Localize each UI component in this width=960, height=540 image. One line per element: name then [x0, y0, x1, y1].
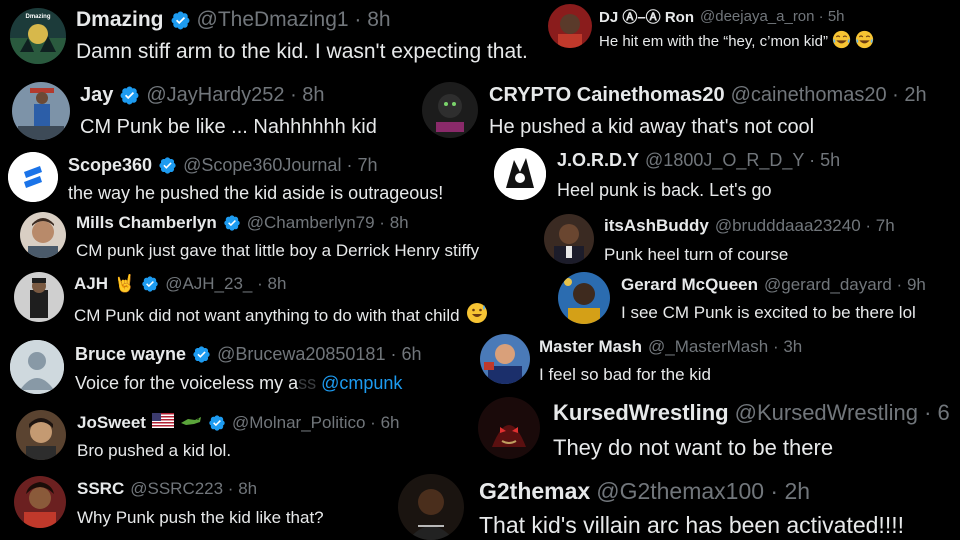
tweet-text: Why Punk push the kid like that? [77, 508, 324, 527]
tweet-text: Bro pushed a kid lol. [77, 441, 232, 460]
avatar[interactable] [558, 272, 610, 324]
avatar-image [20, 212, 66, 258]
verified-badge-icon [192, 345, 211, 364]
tweet-text: Heel punk is back. Let's go [557, 180, 772, 200]
verified-badge-icon [208, 414, 226, 432]
display-name[interactable]: CRYPTO Cainethomas20 [489, 84, 725, 107]
avatar[interactable]: Dmazing [10, 8, 66, 64]
display-name[interactable]: itsAshBuddy [604, 216, 709, 236]
avatar[interactable] [14, 272, 64, 322]
avatar[interactable] [8, 152, 58, 202]
handle[interactable]: @JayHardy252 · 8h [146, 84, 324, 107]
avatar[interactable] [14, 476, 66, 528]
verified-badge-icon [170, 10, 191, 31]
tweet-text: He hit em with the “hey, c’mon kid” [599, 33, 828, 50]
avatar[interactable] [20, 212, 66, 258]
tweet-text: I see CM Punk is excited to be there lol [621, 303, 916, 322]
tweet-text: Punk heel turn of course [604, 245, 789, 264]
avatar[interactable] [16, 410, 66, 460]
handle[interactable]: @Chamberlyn79 · 8h [247, 213, 409, 233]
display-name[interactable]: Bruce wayne [75, 344, 186, 365]
handle[interactable]: @brudddaaa23240 · 7h [715, 216, 895, 236]
tweet-text: Damn stiff arm to the kid. I wasn't expe… [76, 40, 528, 63]
handle[interactable]: @Molnar_Politico · 6h [232, 413, 400, 433]
avatar-logo-text: Dmazing [25, 14, 51, 20]
tweet-text: CM Punk be like ... Nahhhhhh kid [80, 116, 377, 138]
mention-link[interactable]: @cmpunk [316, 373, 402, 393]
avatar-image [558, 272, 610, 324]
rock-on-hand-icon: 🤘 [114, 274, 136, 293]
scope360-logo-icon [8, 152, 58, 202]
display-name[interactable]: Mills Chamberlyn [76, 213, 217, 233]
tears-of-joy-emoji-icon [855, 30, 874, 53]
avatar-image [398, 474, 464, 540]
display-name[interactable]: DJ Ⓐ–Ⓐ Ron [599, 6, 694, 27]
avatar[interactable] [480, 334, 530, 384]
avatar[interactable] [478, 397, 540, 459]
avatar[interactable] [494, 148, 546, 200]
handle[interactable]: @AJH_23_ · 8h [165, 274, 286, 294]
us-flag-icon [151, 413, 174, 433]
display-name[interactable]: G2themax [479, 478, 590, 505]
display-name[interactable]: J.O.R.D.Y [557, 150, 639, 171]
handle[interactable]: @TheDmazing1 · 8h [197, 8, 391, 32]
tweet-text-faded: ss [298, 373, 317, 393]
verified-badge-icon [119, 85, 140, 106]
tweet-body: He hit em with the “hey, c’mon kid” [599, 30, 874, 53]
tears-of-joy-emoji-icon [832, 30, 851, 53]
tweet-text: CM punk just gave that little boy a Derr… [76, 241, 480, 260]
avatar[interactable] [422, 82, 478, 138]
tweet-text-main: Voice for the voiceless my a [75, 373, 299, 393]
avatar-image [480, 334, 530, 384]
handle[interactable]: @G2themax100 · 2h [596, 478, 810, 505]
display-name[interactable]: AJH [74, 274, 108, 294]
tweet-text: CM Punk did not want anything to do with… [74, 305, 460, 325]
verified-badge-icon [223, 214, 241, 232]
avatar[interactable] [544, 214, 594, 264]
avatar-image [422, 82, 478, 138]
display-name[interactable]: KursedWrestling [553, 400, 729, 426]
tweet-text: That kid's villain arc has been activate… [479, 512, 904, 538]
display-name[interactable]: Dmazing [76, 8, 164, 32]
display-name[interactable]: JoSweet [77, 413, 146, 433]
tweet-text: I feel so bad for the kid [539, 365, 711, 384]
display-name[interactable]: Scope360 [68, 155, 152, 176]
tweet-body: CM Punk did not want anything to do with… [74, 302, 488, 329]
alligator-icon [180, 413, 202, 433]
avatar-image [544, 214, 594, 264]
verified-badge-icon [158, 156, 177, 175]
avatar-image [14, 476, 66, 528]
sweat-smile-emoji-icon [466, 302, 488, 329]
tweet-text: They do not want to be there [553, 435, 834, 460]
tweet-text: Voice for the voiceless my ass @cmpunk [75, 373, 402, 394]
handle[interactable]: @cainethomas20 · 2h [731, 84, 927, 107]
verified-badge-icon [141, 275, 159, 293]
avatar[interactable] [12, 82, 70, 140]
avatar[interactable] [398, 474, 464, 540]
avatar-image [478, 397, 540, 459]
handle[interactable]: @gerard_dayard · 9h [764, 275, 926, 295]
handle[interactable]: @1800J_O_R_D_Y · 5h [645, 150, 840, 171]
handle[interactable]: @_MasterMash · 3h [648, 337, 802, 357]
display-name[interactable]: Master Mash [539, 337, 642, 357]
avatar-image [548, 4, 592, 48]
display-name[interactable]: Jay [80, 84, 113, 107]
avatar[interactable] [10, 340, 64, 394]
avatar-image [14, 272, 64, 322]
default-profile-icon [10, 340, 64, 394]
display-name[interactable]: Gerard McQueen [621, 275, 758, 295]
handle[interactable]: @deejaya_a_ron · 5h [700, 8, 845, 25]
handle[interactable]: @Scope360Journal · 7h [183, 155, 377, 176]
handle[interactable]: @SSRC223 · 8h [130, 479, 257, 499]
display-name[interactable]: SSRC [77, 479, 124, 499]
handle[interactable]: @KursedWrestling · 6 [735, 400, 950, 426]
avatar-image [16, 410, 66, 460]
avatar-image [494, 148, 546, 200]
avatar-image [12, 82, 70, 140]
tweet-text: He pushed a kid away that's not cool [489, 116, 815, 138]
tweet-text: the way he pushed the kid aside is outra… [68, 183, 444, 203]
avatar[interactable] [548, 4, 592, 48]
handle[interactable]: @Brucewa20850181 · 6h [217, 344, 421, 365]
